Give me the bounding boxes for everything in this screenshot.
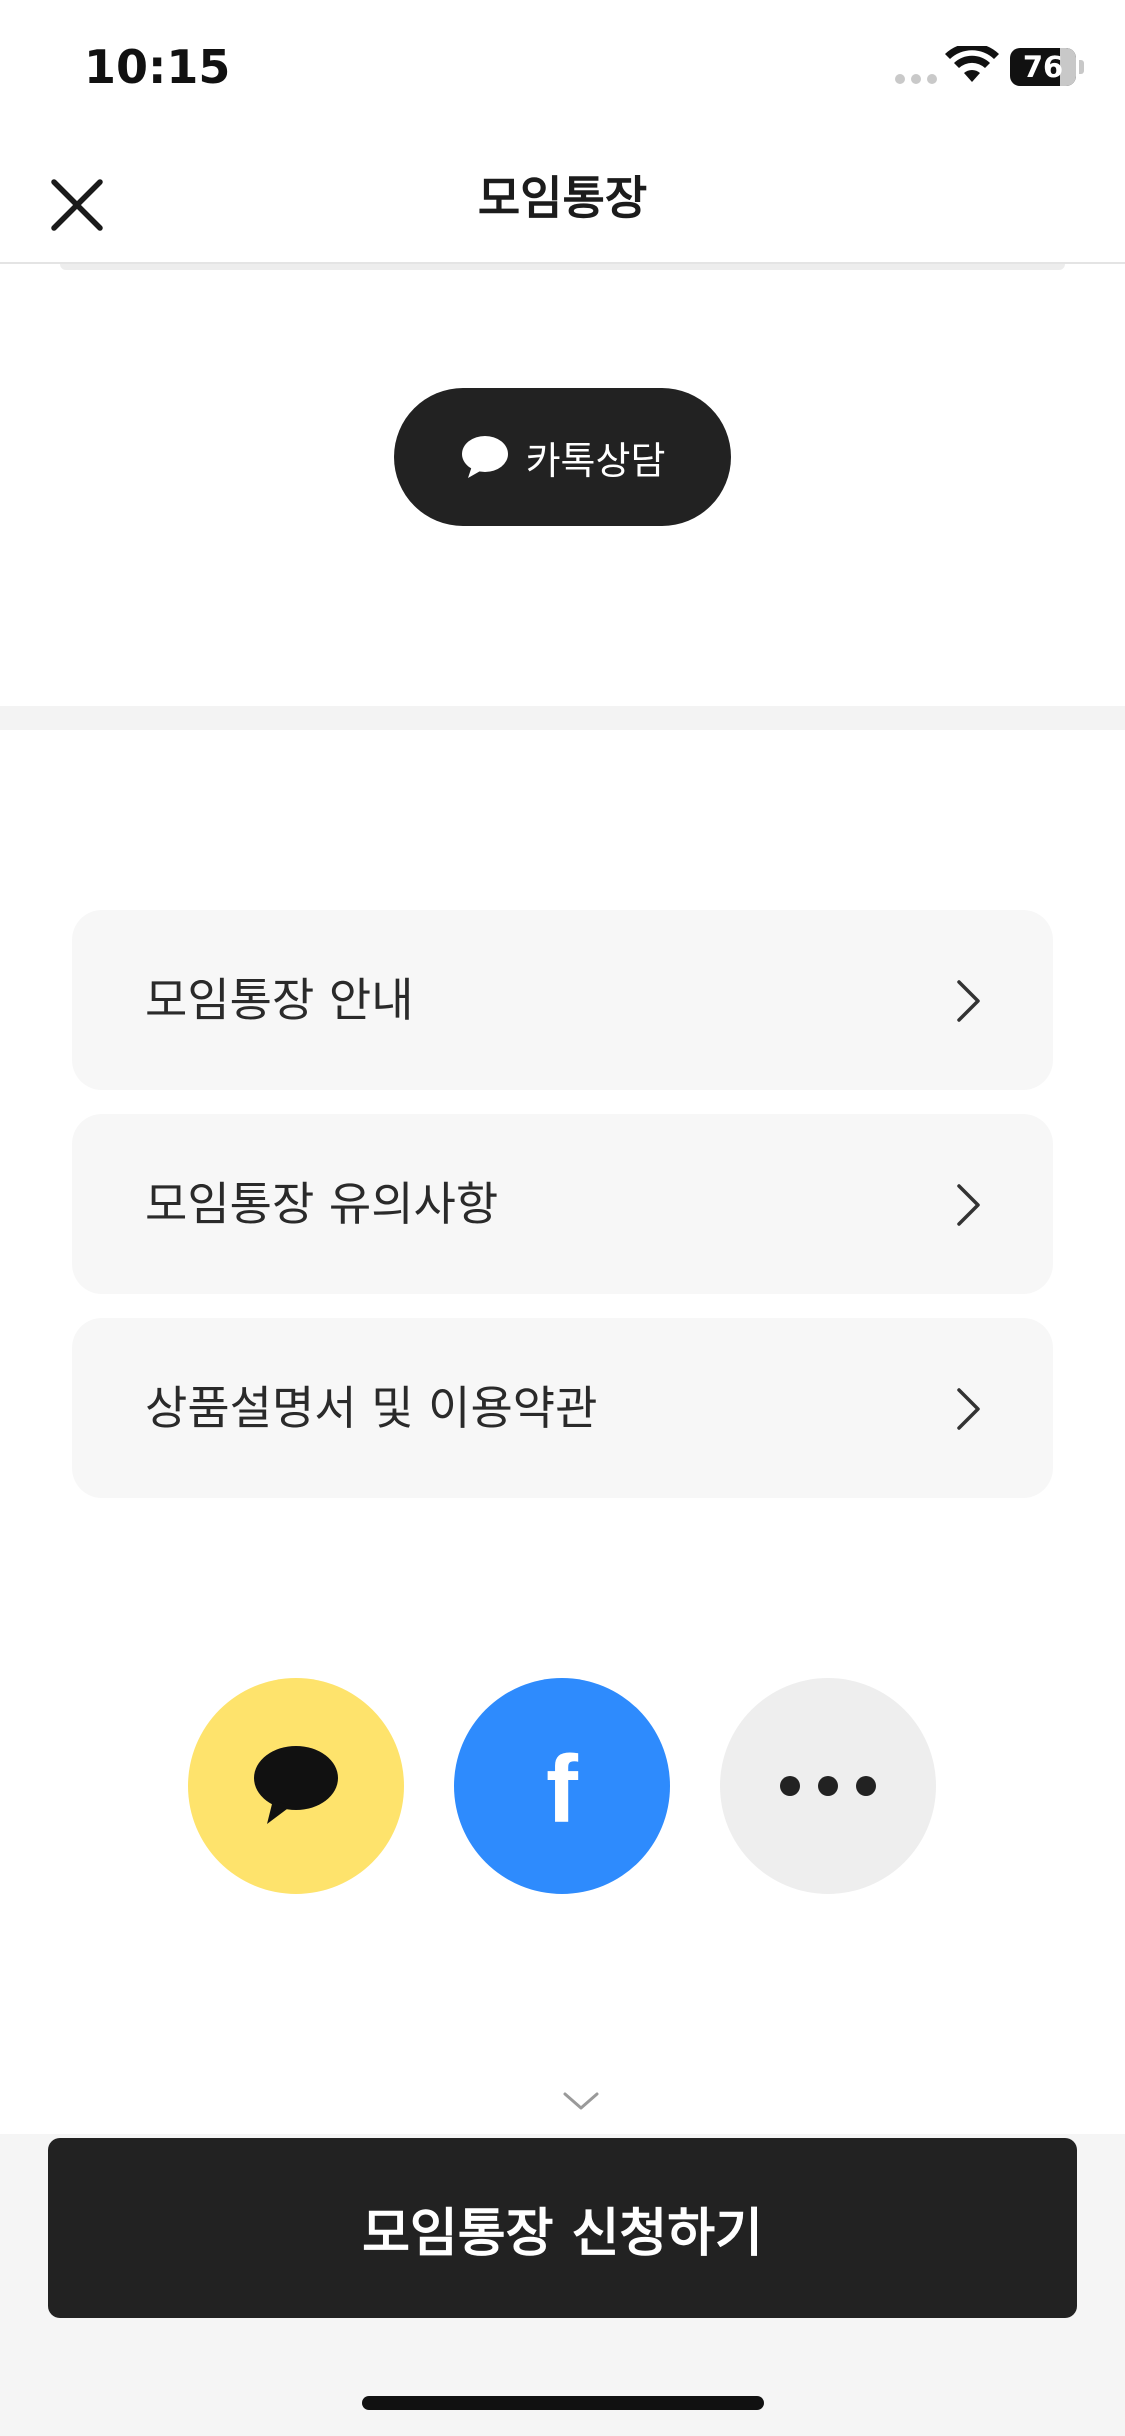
status-time: 10:15: [84, 40, 231, 94]
card-edge: [60, 264, 1065, 270]
chevron-right-icon: [957, 1388, 980, 1430]
menu-item-label: 상품설명서 및 이용약관: [145, 1381, 598, 1435]
share-more-button[interactable]: [720, 1678, 936, 1894]
facebook-icon: f: [546, 1736, 578, 1843]
close-button[interactable]: [40, 168, 114, 242]
more-icon: [780, 1776, 876, 1796]
section-divider: [0, 706, 1125, 730]
kakaotalk-consult-button[interactable]: 카톡상담: [394, 388, 731, 526]
chevron-down-icon[interactable]: [562, 2090, 600, 2112]
kakaotalk-consult-label: 카톡상담: [525, 438, 666, 483]
nav-bar: 모임통장: [0, 140, 1125, 264]
status-bar: 10:15 76: [0, 0, 1125, 140]
battery-icon: 76: [1010, 48, 1084, 86]
menu-item-label: 모임통장 유의사항: [145, 1177, 499, 1231]
wifi-icon: [945, 46, 999, 82]
kakaotalk-icon: [254, 1746, 338, 1824]
menu-item-label: 모임통장 안내: [145, 973, 414, 1027]
page-title: 모임통장: [477, 171, 648, 225]
battery-percent: 76: [1022, 50, 1064, 84]
share-facebook-button[interactable]: f: [454, 1678, 670, 1894]
chat-bubble-icon: [461, 436, 508, 478]
apply-button-label: 모임통장 신청하기: [362, 2203, 763, 2264]
home-indicator: [362, 2396, 764, 2410]
menu-item-guide[interactable]: 모임통장 안내: [72, 910, 1053, 1090]
menu-item-precautions[interactable]: 모임통장 유의사항: [72, 1114, 1053, 1294]
menu-item-terms[interactable]: 상품설명서 및 이용약관: [72, 1318, 1053, 1498]
apply-button[interactable]: 모임통장 신청하기: [48, 2138, 1077, 2318]
chevron-right-icon: [957, 1184, 980, 1226]
cellular-signal-icon: [895, 74, 937, 84]
close-icon: [51, 179, 103, 231]
share-kakaotalk-button[interactable]: [188, 1678, 404, 1894]
chevron-right-icon: [957, 980, 980, 1022]
